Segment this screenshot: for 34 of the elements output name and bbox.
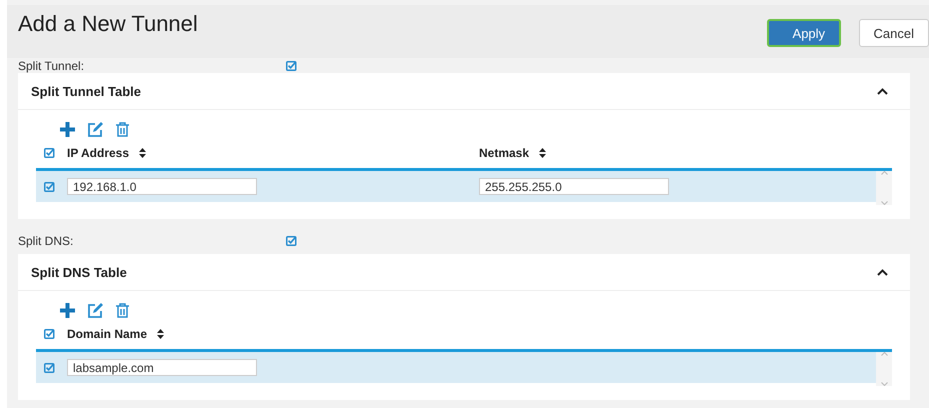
trash-icon[interactable] (116, 122, 129, 137)
input-field[interactable]: 192.168.1.0 (67, 178, 257, 196)
input-field[interactable]: 255.255.255.0 (479, 178, 669, 196)
checked-checkbox[interactable] (286, 236, 297, 246)
column-header: IP Address (67, 146, 130, 160)
card-title: Split Tunnel Table (31, 84, 142, 99)
column-header: Netmask (479, 146, 530, 160)
collapse-chevron-icon[interactable] (877, 268, 888, 276)
sort-icon[interactable] (539, 148, 546, 158)
cancel-button[interactable]: Cancel (858, 19, 929, 47)
table-row[interactable]: labsample.com (36, 352, 876, 383)
edit-icon[interactable] (87, 302, 104, 318)
trash-icon[interactable] (116, 302, 129, 318)
sort-icon[interactable] (139, 148, 146, 158)
checked-checkbox[interactable] (44, 362, 55, 372)
page-title: Add a New Tunnel (18, 11, 198, 37)
add-icon[interactable] (60, 122, 75, 137)
scrollbar[interactable] (876, 171, 892, 206)
checked-checkbox[interactable] (44, 182, 55, 192)
edit-icon[interactable] (87, 122, 104, 137)
apply-button[interactable]: Apply (766, 19, 841, 47)
field-label: Split DNS: (18, 234, 74, 248)
input-field[interactable]: labsample.com (67, 359, 257, 376)
collapse-chevron-icon[interactable] (877, 88, 888, 95)
column-header: Domain Name (67, 327, 148, 341)
field-label: Split Tunnel: (18, 58, 86, 73)
scroll-down-icon[interactable] (880, 201, 888, 206)
sort-icon[interactable] (157, 329, 164, 339)
table-row[interactable]: 192.168.1.0 255.255.255.0 (36, 171, 876, 202)
checked-checkbox[interactable] (44, 329, 55, 339)
checked-checkbox[interactable] (44, 148, 55, 158)
card-title: Split DNS Table (31, 264, 127, 280)
add-icon[interactable] (60, 302, 75, 318)
checked-checkbox[interactable] (286, 60, 297, 71)
